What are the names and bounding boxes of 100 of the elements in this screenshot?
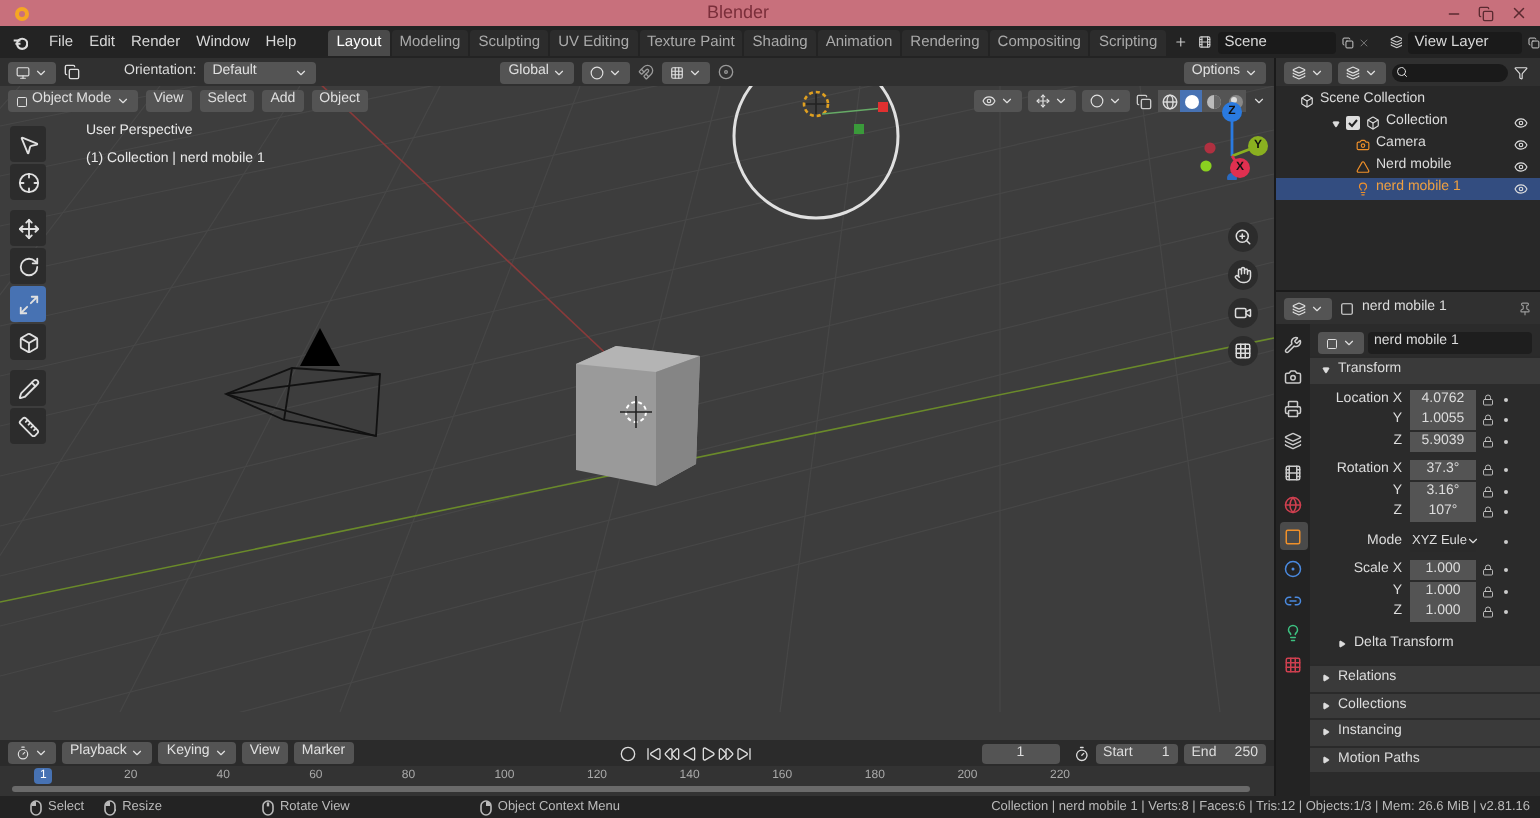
eye-icon[interactable]: [1514, 138, 1528, 152]
eye-icon[interactable]: [1514, 160, 1528, 174]
editor-type-button[interactable]: [1284, 61, 1332, 83]
display-mode-button[interactable]: [1338, 61, 1386, 83]
caret-icon: [1244, 65, 1258, 79]
remove-icon[interactable]: [1357, 35, 1370, 49]
zoom-button[interactable]: [1228, 222, 1258, 252]
crosshair-icon: [17, 171, 39, 193]
xray-icon[interactable]: [1136, 93, 1152, 109]
layers-icon: [1346, 65, 1360, 79]
collection-icon: [1366, 116, 1380, 130]
scene-icon[interactable]: [1198, 34, 1213, 50]
caret-icon: [34, 746, 48, 760]
play-reverse-icon[interactable]: [681, 745, 698, 761]
pivot-dropdown[interactable]: [582, 61, 631, 83]
solid-sphere-icon: [1183, 93, 1199, 109]
caret-icon: [34, 65, 48, 79]
lock-icon[interactable]: [1482, 435, 1494, 448]
mouse-icon: [30, 799, 42, 815]
disclosure-icon: [1322, 755, 1330, 764]
new-scene-icon[interactable]: [1341, 35, 1354, 49]
close-icon[interactable]: [1510, 4, 1528, 22]
tool-button[interactable]: [10, 408, 46, 444]
pin-icon[interactable]: [1518, 301, 1532, 315]
eye-icon[interactable]: [1514, 182, 1528, 196]
editor-type-button[interactable]: [8, 742, 56, 764]
tool-button[interactable]: [10, 324, 46, 360]
video-camera-icon: [1234, 304, 1252, 322]
magnet-icon[interactable]: [638, 64, 655, 80]
restore-icon[interactable]: [1478, 5, 1494, 21]
caret-icon: [1364, 65, 1378, 79]
add-workspace-icon[interactable]: [1173, 34, 1187, 50]
layers-icon: [1284, 431, 1302, 449]
next-keyframe-icon[interactable]: [717, 745, 734, 761]
visibility-dropdown[interactable]: [974, 90, 1022, 112]
caret-icon: [1342, 336, 1356, 350]
cube-drawing: [572, 344, 704, 488]
lock-icon[interactable]: [1482, 506, 1494, 519]
select-mode-icon[interactable]: [64, 64, 80, 80]
camera-view-button[interactable]: [1228, 298, 1258, 328]
search-field[interactable]: [1392, 63, 1508, 81]
shading-button[interactable]: [1158, 90, 1180, 112]
lock-icon[interactable]: [1482, 585, 1494, 598]
link-icon: [1284, 591, 1302, 609]
list-icon: [1292, 65, 1306, 79]
box-icon: [17, 331, 39, 353]
tool-button[interactable]: [10, 248, 46, 284]
view-layer-icon[interactable]: [1389, 34, 1403, 50]
lock-icon[interactable]: [1482, 393, 1494, 406]
lock-icon[interactable]: [1482, 485, 1494, 498]
overlay-dropdown[interactable]: [1082, 90, 1130, 112]
square-icon: [1284, 527, 1302, 545]
app-logo-icon[interactable]: [12, 33, 29, 51]
app-logo-icon: [14, 5, 30, 21]
tool-button[interactable]: [10, 126, 46, 162]
eye-icon: [982, 94, 996, 108]
jump-end-icon[interactable]: [735, 745, 752, 761]
caret-icon: [1252, 94, 1266, 108]
disclosure-icon: [1322, 701, 1330, 710]
caret-icon: [294, 65, 309, 79]
new-view-layer-icon[interactable]: [1528, 35, 1540, 49]
record-icon[interactable]: [619, 745, 636, 761]
zoom-icon: [1234, 228, 1252, 246]
grid-icon: [1234, 342, 1252, 360]
datablock-button[interactable]: [1318, 332, 1364, 354]
monitor-icon: [16, 65, 30, 79]
target-icon: [1284, 559, 1302, 577]
pan-button[interactable]: [1228, 260, 1258, 290]
tool-button[interactable]: [10, 164, 46, 200]
gizmo-dropdown[interactable]: [1028, 90, 1076, 112]
lightbulb-icon: [1356, 182, 1370, 196]
tool-button[interactable]: [10, 210, 46, 246]
disclosure-icon: [1332, 119, 1340, 127]
jump-start-icon[interactable]: [645, 745, 662, 761]
mouse-icon: [479, 799, 492, 815]
overlay-icon: [1090, 94, 1104, 108]
caret-icon: [688, 65, 703, 79]
lock-icon[interactable]: [1482, 464, 1494, 477]
editor-type-button[interactable]: [1284, 297, 1332, 319]
lock-icon[interactable]: [1482, 564, 1494, 577]
lock-icon[interactable]: [1482, 606, 1494, 619]
stopwatch-icon[interactable]: [1073, 745, 1090, 761]
collection-checkbox[interactable]: [1346, 116, 1360, 130]
lock-icon[interactable]: [1482, 414, 1494, 427]
eye-icon[interactable]: [1514, 116, 1528, 130]
tool-button[interactable]: [10, 370, 46, 406]
proportional-icon[interactable]: [718, 64, 735, 80]
play-icon[interactable]: [699, 745, 716, 761]
editor-type-button[interactable]: [8, 61, 56, 83]
filter-icon[interactable]: [1514, 65, 1528, 79]
caret-icon: [1108, 94, 1122, 108]
ruler-icon: [17, 415, 39, 437]
snap-dropdown[interactable]: [662, 61, 711, 83]
timeline-scrollbar[interactable]: [12, 786, 1250, 792]
expand-toggle[interactable]: [1332, 119, 1340, 127]
wire-sphere-icon: [1161, 93, 1177, 109]
previous-keyframe-icon[interactable]: [663, 745, 680, 761]
properties-tab[interactable]: [1279, 522, 1307, 550]
wrench-icon: [1284, 335, 1302, 353]
perspective-button[interactable]: [1228, 336, 1258, 366]
